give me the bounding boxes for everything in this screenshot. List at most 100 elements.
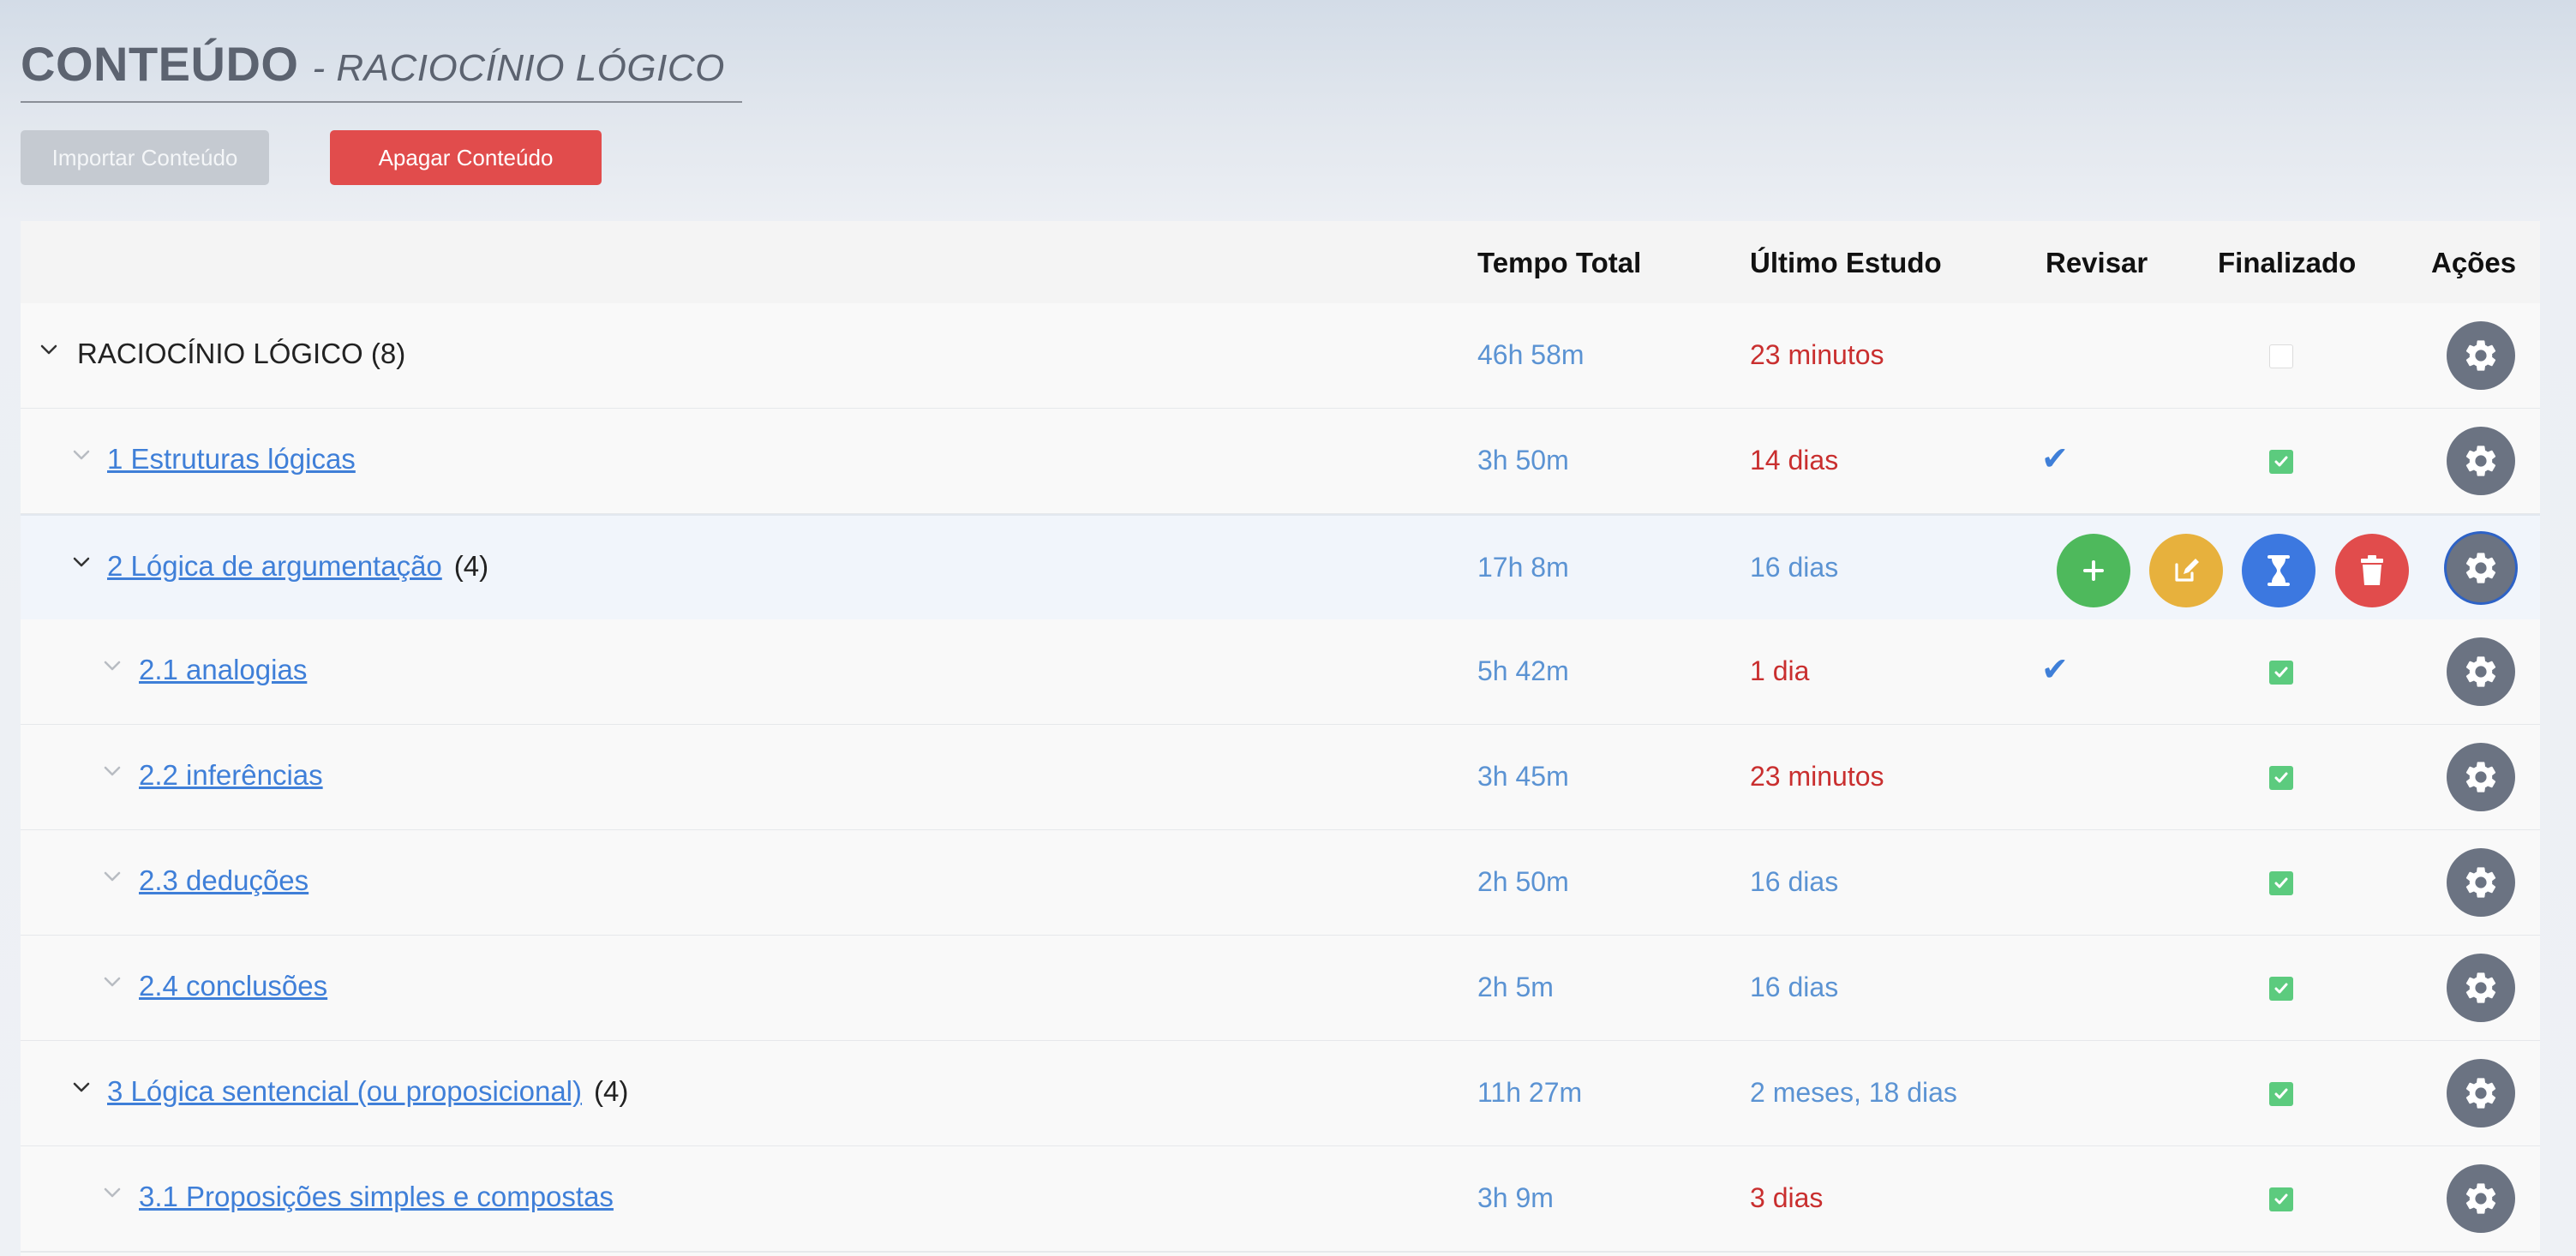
total-time: 3h 9m [1477,1182,1554,1213]
row-name: 2.3 deduções [139,864,309,897]
chevron-down-icon[interactable] [103,656,122,675]
finished-checkbox[interactable] [2269,1187,2293,1211]
gear-button[interactable] [2447,534,2515,602]
row-link[interactable]: 2.3 deduções [139,864,309,896]
table-header: Tempo Total Último Estudo Revisar Finali… [21,221,2540,303]
review-check-icon: ✔ [2041,441,2069,477]
row-name: 2.4 conclusões [139,970,327,1002]
gear-icon [2465,1078,2496,1109]
chevron-down-icon[interactable] [39,340,58,359]
gear-button[interactable] [2447,954,2515,1022]
row-name: 3 Lógica sentencial (ou proposicional) (4… [107,1075,628,1108]
gear-button[interactable] [2447,321,2515,390]
row-link[interactable]: 2.2 inferências [139,759,323,791]
table-row: 2.4 conclusões 2h 5m 16 dias [21,936,2540,1042]
finished-checkbox[interactable] [2269,661,2293,685]
finished-checkbox[interactable] [2269,977,2293,1001]
content-table: Tempo Total Último Estudo Revisar Finali… [21,221,2540,1256]
total-time: 46h 58m [1477,339,1585,370]
plus-icon [2083,560,2104,581]
last-study: 1 dia [1750,655,1810,686]
row-link[interactable]: 3 Lógica sentencial (ou proposicional) [107,1075,582,1107]
table-row: 1 Estruturas lógicas 3h 50m 14 dias ✔ [21,409,2540,515]
row-name: 3.1 Proposições simples e compostas [139,1181,614,1213]
last-study: 14 dias [1750,445,1839,475]
review-check-icon: ✔ [2041,652,2069,688]
row-name: 2.2 inferências [139,759,323,792]
page-title: CONTEÚDO - RACIOCÍNIO LÓGICO [21,36,725,92]
chevron-down-icon[interactable] [103,1183,122,1202]
delete-content-button[interactable]: Apagar Conteúdo [330,130,602,185]
table-row: 2.2 inferências 3h 45m 23 minutos [21,725,2540,831]
chevron-down-icon[interactable] [72,446,91,464]
finished-checkbox[interactable] [2269,766,2293,790]
last-study: 3 dias [1750,1182,1824,1213]
gear-button[interactable] [2447,1059,2515,1127]
last-study: 23 minutos [1750,339,1884,370]
total-time: 11h 27m [1477,1077,1583,1108]
table-row: 3.1 Proposições simples e compostas 3h 9… [21,1146,2540,1253]
gear-button[interactable] [2447,848,2515,917]
table-row-selected: 2 Lógica de argumentação (4) 17h 8m 16 di… [21,514,2540,622]
gear-button[interactable] [2447,427,2515,495]
last-study: 2 meses, 18 dias [1750,1077,1957,1108]
row-name: RACIOCÍNIO LÓGICO (8) [77,338,405,370]
chevron-down-icon[interactable] [103,762,122,781]
row-name: 2 Lógica de argumentação (4) [107,550,488,583]
column-total-time: Tempo Total [1477,247,1642,278]
finished-checkbox[interactable] [2269,1082,2293,1106]
row-count: (4) [594,1075,629,1107]
chevron-down-icon[interactable] [72,553,91,571]
table-row: 3 Lógica sentencial (ou proposicional) (4… [21,1041,2540,1147]
gear-icon [2465,446,2496,476]
row-count: (4) [453,550,489,582]
gear-icon [2465,972,2496,1003]
gear-button[interactable] [2447,1164,2515,1233]
finished-checkbox[interactable] [2269,450,2293,474]
gear-button[interactable] [2447,743,2515,811]
row-link[interactable]: 2.1 analogias [139,654,307,685]
import-content-button[interactable]: Importar Conteúdo [21,130,269,185]
column-actions: Ações [2431,247,2517,278]
finished-checkbox[interactable] [2269,871,2293,895]
hourglass-icon [2267,555,2290,586]
finished-checkbox[interactable] [2269,344,2293,368]
row-name: 2.1 analogias [139,654,307,686]
page-subtitle: - RACIOCÍNIO LÓGICO [312,47,725,89]
gear-button[interactable] [2447,637,2515,706]
row-name: 1 Estruturas lógicas [107,443,356,475]
gear-icon [2465,1183,2496,1214]
chevron-down-icon[interactable] [72,1078,91,1097]
edit-icon [2175,559,2199,582]
column-last-study: Último Estudo [1750,247,1942,278]
table-row: 2.3 deduções 2h 50m 16 dias [21,830,2540,936]
total-time: 2h 5m [1477,972,1554,1002]
total-time: 3h 50m [1477,445,1569,475]
total-time: 3h 45m [1477,761,1569,792]
column-review: Revisar [2046,247,2148,278]
last-study: 16 dias [1750,972,1839,1002]
gear-icon [2465,656,2496,687]
total-time: 17h 8m [1477,552,1569,583]
delete-button[interactable] [2335,534,2409,607]
trash-icon [2361,555,2383,585]
page-header: CONTEÚDO - RACIOCÍNIO LÓGICO [21,33,742,103]
gear-icon [2465,762,2496,792]
last-study: 16 dias [1750,552,1839,583]
last-study: 16 dias [1750,866,1839,897]
gear-icon [2465,340,2496,371]
table-row: 2.1 analogias 5h 42m 1 dia ✔ [21,619,2540,726]
chevron-down-icon[interactable] [103,867,122,886]
table-row: RACIOCÍNIO LÓGICO (8) 46h 58m 23 minutos [21,303,2540,410]
row-link[interactable]: 2.4 conclusões [139,970,327,1002]
add-button[interactable] [2057,534,2130,607]
edit-button[interactable] [2149,534,2223,607]
total-time: 5h 42m [1477,655,1569,686]
row-link[interactable]: 2 Lógica de argumentação [107,550,442,582]
chevron-down-icon[interactable] [103,972,122,991]
timer-button[interactable] [2242,534,2315,607]
gear-icon [2465,867,2496,898]
row-link[interactable]: 1 Estruturas lógicas [107,443,356,475]
gear-icon [2465,553,2496,583]
row-link[interactable]: 3.1 Proposições simples e compostas [139,1181,614,1212]
